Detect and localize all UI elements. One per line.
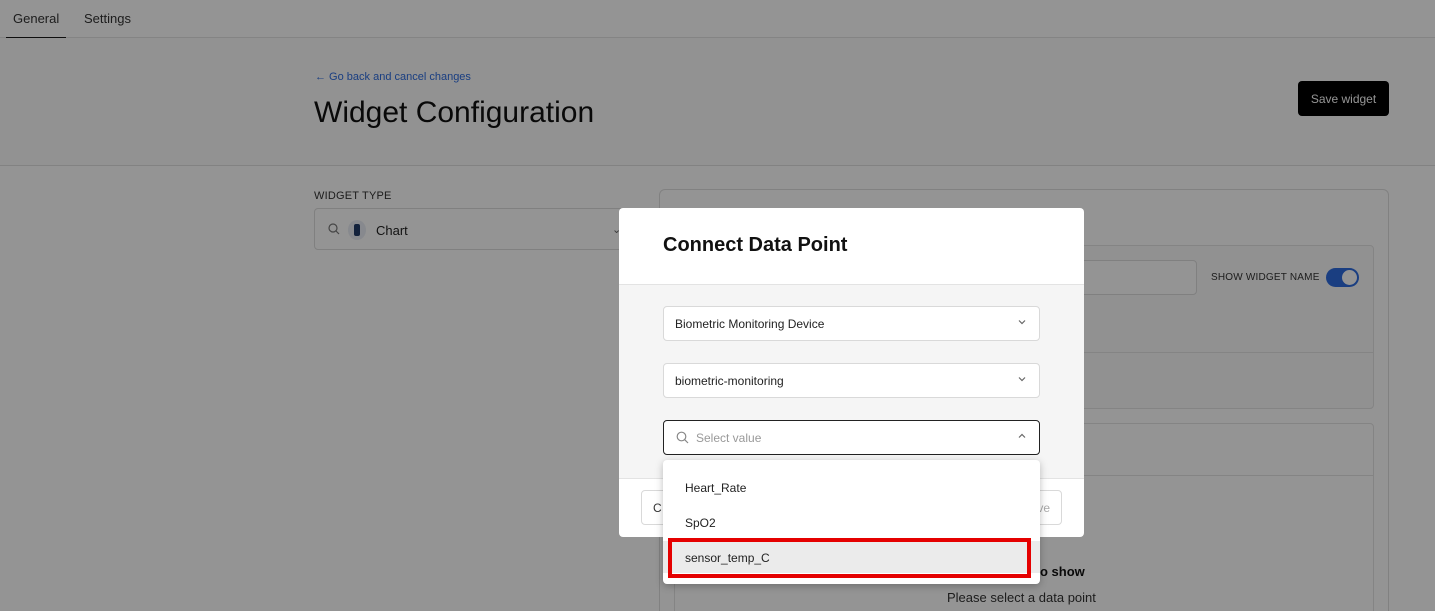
chevron-down-icon [1018,320,1026,325]
option-heart-rate[interactable]: Heart_Rate [663,471,1040,503]
chevron-up-icon [1018,433,1026,438]
search-icon [676,431,689,444]
highlight-box [668,538,1031,578]
option-label: Heart_Rate [685,481,747,495]
device-select-value: Biometric Monitoring Device [675,317,825,331]
device-select[interactable]: Biometric Monitoring Device [663,306,1040,341]
option-spo2[interactable]: SpO2 [663,506,1040,538]
source-select-value: biometric-monitoring [675,374,784,388]
option-label: SpO2 [685,516,716,530]
source-select[interactable]: biometric-monitoring [663,363,1040,398]
modal-title: Connect Data Point [663,234,848,256]
data-point-select[interactable]: Select value [663,420,1040,455]
chevron-down-icon [1018,377,1026,382]
data-point-placeholder: Select value [696,431,762,445]
